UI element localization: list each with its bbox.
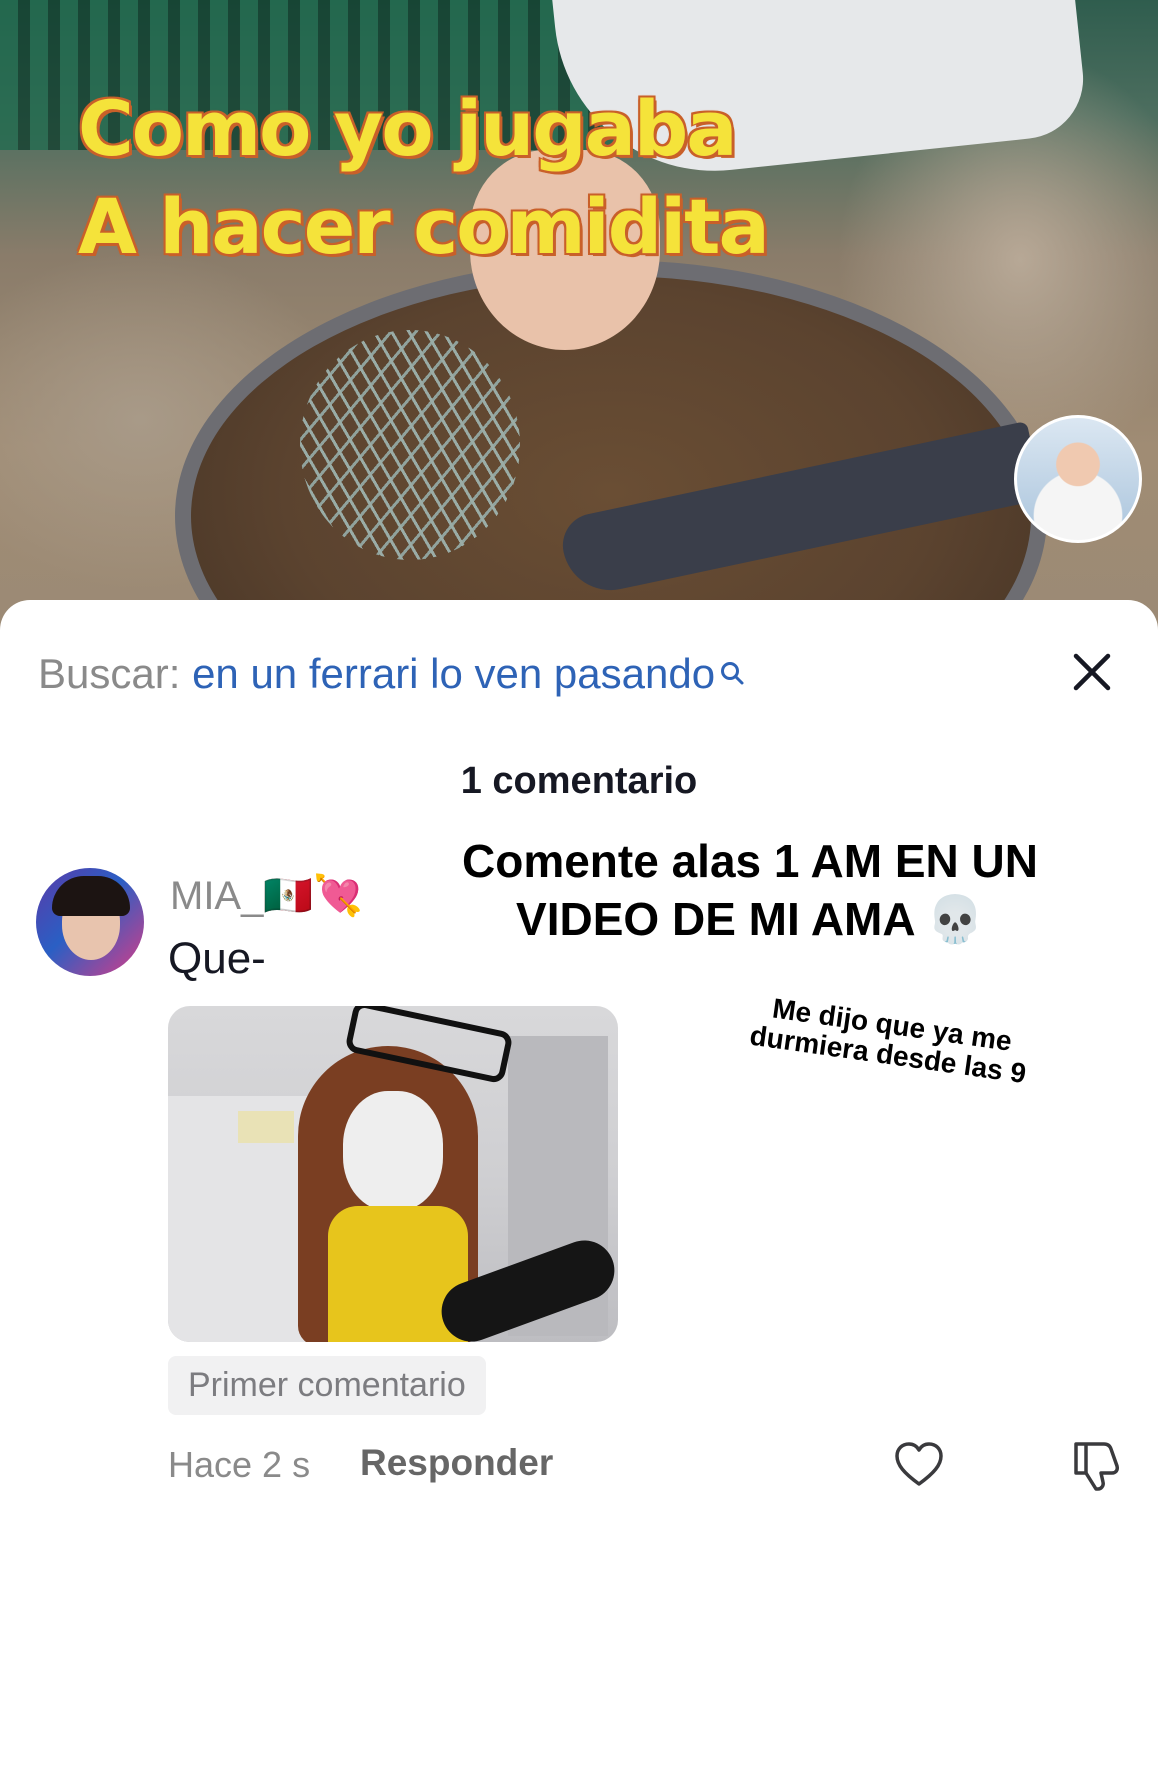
search-label: Buscar: — [38, 650, 181, 697]
reply-button[interactable]: Responder — [360, 1442, 553, 1484]
avatar-hair — [52, 876, 130, 916]
overlay-line-1: Como yo jugaba — [78, 84, 738, 173]
close-icon[interactable] — [1068, 648, 1116, 696]
sticker-light — [238, 1111, 294, 1143]
first-comment-badge: Primer comentario — [168, 1356, 486, 1415]
sticker-character-face — [343, 1091, 443, 1211]
comment-text: Que- — [168, 934, 266, 983]
search-suggestion[interactable]: Buscar: en un ferrari lo ven pasando — [38, 650, 745, 698]
comment-username[interactable]: MIA_🇲🇽💘 — [170, 872, 363, 919]
commenter-avatar[interactable] — [36, 868, 144, 976]
comment-count: 1 comentario — [460, 760, 698, 802]
search-icon — [719, 648, 745, 696]
comment-sticker-image[interactable] — [168, 1006, 618, 1342]
video-overlay-title: Como yo jugaba A hacer comidita — [78, 80, 938, 276]
creator-avatar[interactable] — [1014, 415, 1142, 543]
search-term[interactable]: en un ferrari lo ven pasando — [192, 650, 715, 697]
overlay-line-2: A hacer comidita — [78, 182, 770, 271]
overlay-caption-main: Comente alas 1 AM EN UN VIDEO DE MI AMA … — [462, 835, 1038, 945]
video-player[interactable]: Como yo jugaba A hacer comidita — [0, 0, 1158, 640]
comment-timestamp: Hace 2 s — [168, 1444, 311, 1485]
heart-icon[interactable] — [892, 1438, 946, 1492]
thumbs-down-icon[interactable] — [1070, 1436, 1124, 1492]
plant-image-region — [300, 330, 520, 560]
